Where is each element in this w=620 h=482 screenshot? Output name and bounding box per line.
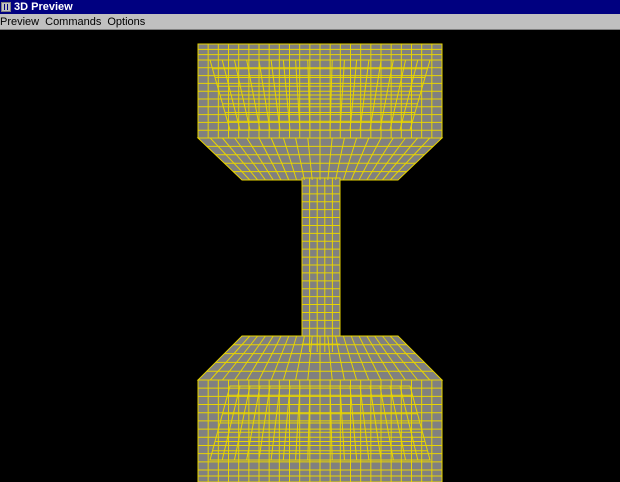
- wireframe-model: [196, 43, 444, 482]
- menu-options[interactable]: Options: [105, 14, 149, 30]
- menu-preview[interactable]: Preview: [0, 14, 43, 30]
- window-title: 3D Preview: [14, 1, 73, 13]
- 3d-viewport[interactable]: [0, 30, 620, 482]
- app-icon[interactable]: [1, 2, 11, 12]
- title-bar: 3D Preview: [0, 0, 620, 14]
- menu-bar: Preview Commands Options: [0, 14, 620, 30]
- menu-commands[interactable]: Commands: [43, 14, 105, 30]
